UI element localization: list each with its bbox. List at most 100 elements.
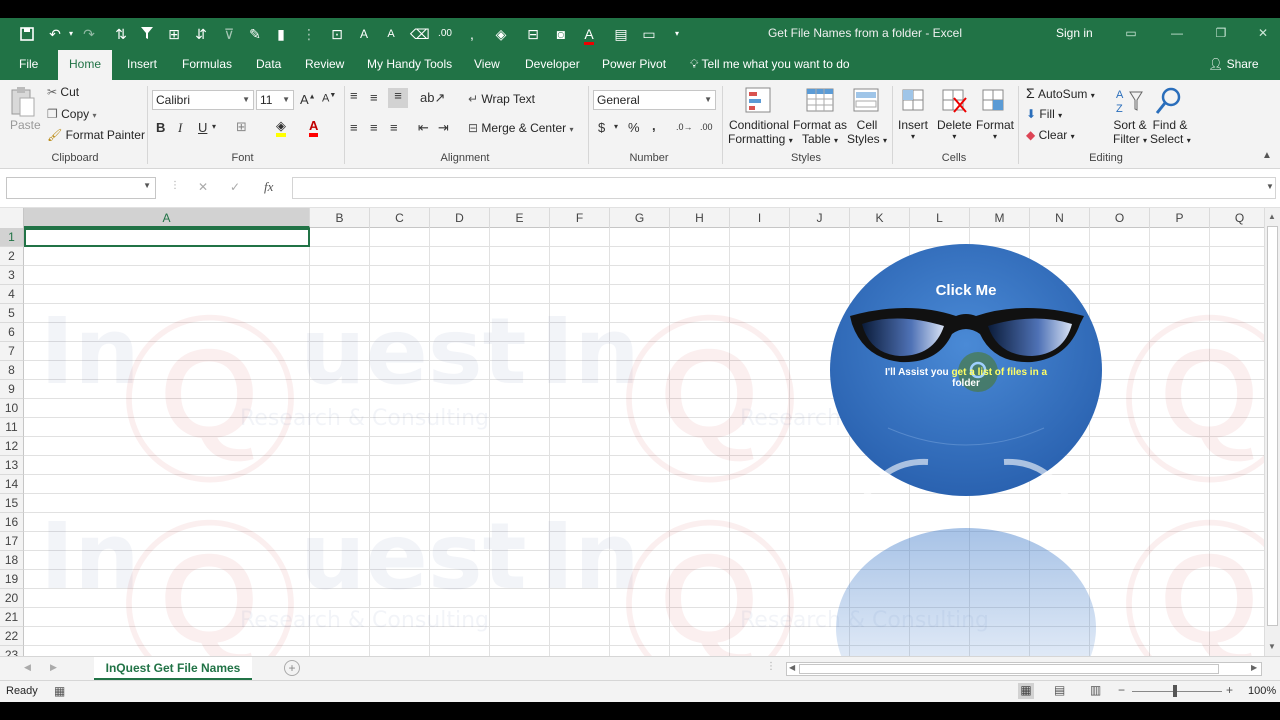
top-align-icon[interactable]: ≡ (350, 88, 358, 103)
merge-center-button[interactable]: ⊟ Merge & Center ▾ (468, 121, 573, 135)
clear-filter-icon[interactable]: ⊽ (220, 26, 238, 42)
currency-button[interactable]: $ (598, 120, 605, 135)
redo-icon[interactable]: ↷ (80, 26, 98, 42)
formula-input[interactable] (292, 177, 1276, 199)
zoom-level[interactable]: 100% (1248, 685, 1276, 697)
tell-me-search[interactable]: 💡︎ Tell me what you want to do (680, 50, 860, 80)
assistant-shape[interactable]: Click Me I'll Assist you get a list of f… (828, 242, 1104, 656)
wrap-text-button[interactable]: ↵ Wrap Text (468, 92, 535, 106)
edit-icon[interactable]: ✎ (246, 26, 264, 42)
zoom-slider-thumb[interactable] (1173, 685, 1177, 697)
fill-color-icon[interactable]: ◈ (492, 26, 510, 42)
scroll-up-icon[interactable]: ▲ (1268, 212, 1276, 221)
bottom-align-icon[interactable]: ≡ (388, 88, 408, 108)
comma-button[interactable]: , (652, 118, 656, 133)
expand-formula-bar-icon[interactable]: ▼ (1266, 182, 1274, 191)
italic-button[interactable]: I (178, 120, 182, 136)
font-shrink-icon[interactable]: A (382, 26, 400, 42)
delete-cells-button[interactable]: Delete ▾ (937, 118, 972, 141)
increase-font-icon[interactable]: A▲ (300, 92, 316, 107)
collapse-ribbon-icon[interactable]: ▲ (1262, 150, 1272, 161)
horizontal-scroll-thumb[interactable] (799, 664, 1219, 674)
ribbon-display-options-icon[interactable]: ▭ (1108, 18, 1154, 50)
document-icon[interactable]: ▤ (612, 26, 630, 42)
sort-az-icon[interactable]: ⇵ (192, 26, 210, 42)
autosum-button[interactable]: Σ AutoSum ▾ (1026, 85, 1095, 101)
column-icon[interactable]: ▮ (272, 26, 290, 42)
close-icon[interactable]: ✕ (1240, 18, 1280, 50)
copy-button[interactable]: ❐ Copy ▾ (47, 107, 96, 121)
merge-icon[interactable]: ⊟ (524, 26, 542, 42)
borders-icon[interactable]: ⊞ (236, 119, 247, 135)
eraser-icon[interactable]: ⌫ (410, 26, 430, 42)
filter-icon[interactable] (138, 26, 156, 42)
tab-insert[interactable]: Insert (117, 50, 167, 80)
comma-icon[interactable]: , (463, 26, 481, 42)
percent-button[interactable]: % (628, 120, 640, 135)
confirm-entry-icon[interactable]: ✓ (230, 180, 240, 194)
save-icon[interactable] (18, 26, 36, 42)
tab-my-handy-tools[interactable]: My Handy Tools (357, 50, 462, 80)
camera-icon[interactable]: ◙ (552, 26, 570, 42)
sign-in-link[interactable]: Sign in (1056, 18, 1093, 48)
restore-icon[interactable]: ❐ (1198, 18, 1244, 50)
table-icon[interactable]: ⊞ (165, 26, 183, 42)
tab-home[interactable]: Home (58, 50, 112, 80)
fill-button[interactable]: ⬇ Fill ▾ (1026, 107, 1062, 121)
font-color-button[interactable]: A (309, 118, 319, 137)
fill-color-button[interactable]: ◈ (276, 118, 286, 137)
orientation-icon[interactable]: ab↗ (420, 90, 445, 106)
increase-decimal-icon[interactable]: .0→ (676, 122, 693, 132)
page-break-view-icon[interactable]: ▥ (1090, 683, 1101, 697)
undo-dropdown-icon[interactable]: ▾ (62, 26, 80, 42)
tab-developer[interactable]: Developer (515, 50, 590, 80)
tab-split-handle-icon[interactable]: ⋮ (766, 661, 776, 672)
zoom-slider-track[interactable] (1132, 691, 1222, 692)
clear-button[interactable]: ◆ Clear ▾ (1026, 128, 1075, 142)
insert-function-button[interactable]: fx (264, 179, 273, 195)
sheet-tab-inquest-get-file-names[interactable]: InQuest Get File Names (94, 657, 252, 680)
format-cells-button[interactable]: Format ▾ (976, 118, 1014, 141)
name-box-dropdown-icon[interactable]: ▼ (143, 181, 151, 190)
name-box[interactable]: ▼ (6, 177, 156, 199)
active-cell-a1[interactable] (24, 228, 310, 247)
font-grow-icon[interactable]: A (355, 26, 373, 42)
format-painter-button[interactable]: 🖌︎ Format Painter (47, 128, 145, 142)
cell-styles-button[interactable]: Cell Styles ▾ (846, 118, 888, 146)
decrease-indent-icon[interactable]: ⇤ (418, 120, 429, 136)
next-sheet-icon[interactable]: ▶ (50, 662, 57, 673)
align-left-icon[interactable]: ≡ (350, 120, 358, 135)
increase-indent-icon[interactable]: ⇥ (438, 120, 449, 136)
scroll-left-icon[interactable]: ◀ (789, 663, 795, 672)
tab-formulas[interactable]: Formulas (172, 50, 242, 80)
vertical-scroll-thumb[interactable] (1267, 226, 1278, 626)
tab-review[interactable]: Review (295, 50, 354, 80)
horizontal-scrollbar[interactable]: ◀ ▶ (786, 662, 1262, 676)
prev-sheet-icon[interactable]: ◀ (24, 662, 31, 673)
vertical-scrollbar[interactable]: ▲ ▼ (1264, 208, 1280, 656)
underline-dropdown-icon[interactable]: ▾ (212, 122, 216, 131)
worksheet-grid[interactable]: ABCDEFGHIJKLMNOPQ 1 2 3 4 5 6 7 8 9 10 11 12 13 14 15 1… (0, 208, 1280, 656)
click-me-label[interactable]: Click Me (828, 282, 1104, 299)
currency-dropdown-icon[interactable]: ▾ (614, 122, 618, 131)
tab-power-pivot[interactable]: Power Pivot (592, 50, 676, 80)
scroll-right-icon[interactable]: ▶ (1251, 663, 1257, 672)
tool-icon[interactable]: ⋮ (300, 26, 318, 42)
zoom-out-icon[interactable]: − (1118, 683, 1125, 697)
tab-view[interactable]: View (464, 50, 510, 80)
format-as-table-button[interactable]: Format as Table ▾ (792, 118, 848, 146)
find-select-button[interactable]: Find & Select ▾ (1150, 118, 1191, 146)
minimize-icon[interactable]: — (1154, 18, 1200, 50)
customize-qat-icon[interactable]: ▾ (668, 26, 686, 42)
zoom-in-icon[interactable]: + (1226, 683, 1233, 697)
normal-view-icon[interactable]: ▦ (1018, 683, 1034, 699)
macro-recording-icon[interactable]: ▦ (54, 684, 65, 698)
sort-icon[interactable]: ⇅ (112, 26, 130, 42)
font-size-combo[interactable]: 11 ▼ (256, 90, 294, 110)
new-sheet-icon[interactable]: + (284, 660, 300, 676)
align-right-icon[interactable]: ≡ (390, 120, 398, 135)
share-button[interactable]: 👤︎ Share (1208, 50, 1259, 80)
comment-icon[interactable]: ▭ (640, 26, 658, 42)
decimal-icon[interactable]: .00 (436, 26, 454, 42)
insert-cells-button[interactable]: Insert ▾ (898, 118, 928, 141)
